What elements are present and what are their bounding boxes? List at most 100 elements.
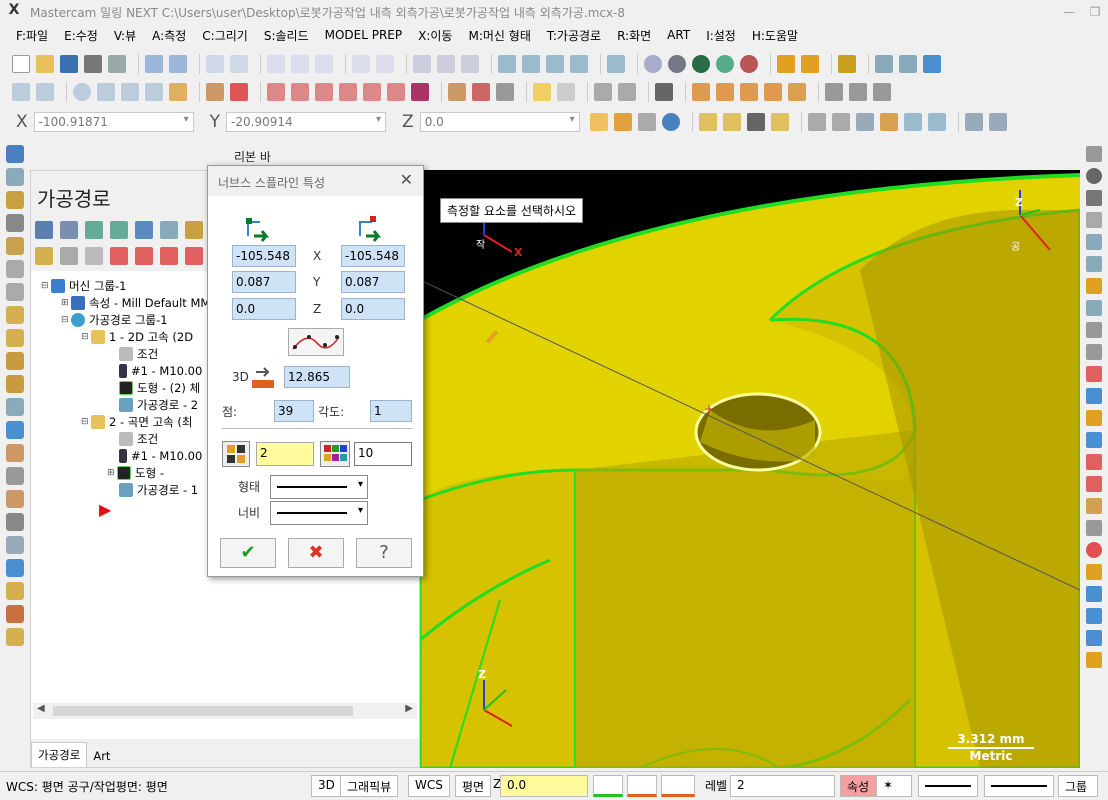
start-y-field[interactable]: 0.087 xyxy=(232,271,296,293)
point-icon[interactable] xyxy=(12,83,30,101)
collapse-icon[interactable]: ⊟ xyxy=(61,315,71,325)
tab-toolpaths[interactable]: 가공경로 xyxy=(31,742,88,767)
machine-group-icon[interactable] xyxy=(6,145,24,163)
wand-icon[interactable] xyxy=(1086,652,1102,668)
horizontal-scrollbar[interactable]: ◀ ▶ xyxy=(33,703,417,719)
rectangle-icon[interactable] xyxy=(97,83,115,101)
xform-offset-icon[interactable] xyxy=(363,83,381,101)
transform-icon[interactable] xyxy=(1086,608,1102,624)
menu-toolpaths[interactable]: T:가공경로 xyxy=(547,27,601,44)
tree-node-tool[interactable]: #1 - M10.00 xyxy=(119,447,202,464)
open-folder-icon[interactable] xyxy=(36,55,54,73)
color-icon[interactable] xyxy=(593,775,623,797)
move-up-icon[interactable] xyxy=(135,247,153,265)
unzoom-icon[interactable] xyxy=(352,55,370,73)
matrix-icon[interactable] xyxy=(1086,586,1102,602)
menu-edit[interactable]: E:수정 xyxy=(64,27,98,44)
level-select[interactable]: 2 xyxy=(730,775,835,797)
right-view-icon[interactable] xyxy=(546,55,564,73)
graphics-view-button[interactable]: 그래픽뷰 xyxy=(340,775,399,797)
xform-project-icon[interactable] xyxy=(411,83,429,101)
solid-analyze-icon[interactable] xyxy=(1086,234,1102,250)
undo-icon[interactable] xyxy=(145,55,163,73)
minimize-icon[interactable]: — xyxy=(1056,0,1082,24)
edit-spline-button[interactable] xyxy=(288,328,344,356)
repaint-icon[interactable] xyxy=(230,55,248,73)
nesting-icon[interactable] xyxy=(6,467,24,485)
verify-icon[interactable] xyxy=(6,513,24,531)
menu-view[interactable]: V:뷰 xyxy=(114,27,136,44)
drill-icon[interactable] xyxy=(6,191,24,209)
scroll-to-insert-icon[interactable] xyxy=(185,247,203,265)
collapse-icon[interactable]: ⊟ xyxy=(81,332,91,342)
tree-node-machine-group[interactable]: ⊟ 머신 그룹-1 xyxy=(41,277,126,294)
save-icon[interactable] xyxy=(60,55,78,73)
color-button[interactable] xyxy=(320,441,350,467)
line-style-select[interactable]: ▾ xyxy=(270,475,368,499)
clipboard-icon[interactable] xyxy=(1086,212,1102,228)
select-body-icon[interactable] xyxy=(903,113,922,131)
setup-sheet-icon[interactable] xyxy=(6,559,24,577)
arrow-flow-icon[interactable] xyxy=(1086,366,1102,382)
tree-node-operation-1[interactable]: ⊟ 1 - 2D 고속 (2D xyxy=(81,328,193,345)
trim-toolpath-icon[interactable] xyxy=(6,444,24,462)
zoom-out-icon[interactable] xyxy=(376,55,394,73)
graphics-viewport[interactable]: + 측정할 요소를 선택하시오 X 작 Z 공 Z 3.312 mm Metri… xyxy=(420,170,1080,768)
properties-icon[interactable] xyxy=(6,168,24,186)
menu-xform[interactable]: X:이동 xyxy=(418,27,452,44)
select-back-icon[interactable] xyxy=(964,113,983,131)
pencils-icon[interactable] xyxy=(801,55,819,73)
fit-icon[interactable] xyxy=(206,55,224,73)
bolt-icon[interactable] xyxy=(1086,564,1102,580)
grid-dots-icon[interactable] xyxy=(472,83,490,101)
autocursor-icon[interactable] xyxy=(589,113,608,131)
selection-mode-icon[interactable] xyxy=(770,113,789,131)
end-x-field[interactable]: -105.548 xyxy=(341,245,405,267)
menu-art[interactable]: ART xyxy=(667,28,690,42)
select-all-icon[interactable] xyxy=(698,113,717,131)
solid-revolve-icon[interactable] xyxy=(849,83,867,101)
menu-machine-type[interactable]: M:머신 형태 xyxy=(468,27,530,44)
trim-icon[interactable] xyxy=(206,83,224,101)
help-circle-icon[interactable] xyxy=(661,113,680,131)
insert-arrow-icon[interactable] xyxy=(160,247,178,265)
plane-button[interactable]: 평면 xyxy=(455,775,492,797)
print-preview-icon[interactable] xyxy=(108,55,126,73)
collapse-icon[interactable]: ⊟ xyxy=(41,281,51,291)
surface-color-icon[interactable] xyxy=(627,775,657,797)
insert-arrow[interactable]: ▶ xyxy=(99,500,111,519)
attributes-button[interactable]: 속성 xyxy=(840,775,877,797)
tree-node-geometry[interactable]: ⊞ 도형 - xyxy=(107,464,164,481)
tree-node-toolpath-group[interactable]: ⊟ 가공경로 그룹-1 xyxy=(61,311,168,328)
3d-toggle-button[interactable]: 3D xyxy=(311,775,342,797)
spline-edit-icon[interactable] xyxy=(1086,476,1102,492)
tab-art[interactable]: Art xyxy=(87,745,116,767)
dimension-horizontal-icon[interactable] xyxy=(594,83,612,101)
material-icon[interactable] xyxy=(6,605,24,623)
tree-node-parameters[interactable]: 조건 xyxy=(119,345,158,362)
end-z-field[interactable]: 0.0 xyxy=(341,298,405,320)
top-view-icon[interactable] xyxy=(498,55,516,73)
points-field[interactable]: 39 xyxy=(274,400,314,422)
length-3d-field[interactable]: 12.865 xyxy=(284,366,350,388)
note-icon[interactable] xyxy=(557,83,575,101)
shaded-sphere-icon[interactable] xyxy=(668,55,686,73)
toggle-display-icon[interactable] xyxy=(60,247,78,265)
shaded-edges-icon[interactable] xyxy=(692,55,710,73)
contour-icon[interactable] xyxy=(6,260,24,278)
solid-cube-icon[interactable] xyxy=(1086,256,1102,272)
select-solid-icon[interactable] xyxy=(879,113,898,131)
select-verify-icon[interactable] xyxy=(988,113,1007,131)
xform-mirror-icon[interactable] xyxy=(315,83,333,101)
transform-toolpath-icon[interactable] xyxy=(6,421,24,439)
xform-rotate-icon[interactable] xyxy=(291,83,309,101)
wireframe-sphere-icon[interactable] xyxy=(644,55,662,73)
menu-create[interactable]: C:그리기 xyxy=(202,27,248,44)
y-coordinate-input[interactable]: -20.90914 xyxy=(226,112,387,132)
solid-box-icon[interactable] xyxy=(873,83,891,101)
color-field[interactable]: 10 xyxy=(354,442,412,466)
bulb-icon[interactable] xyxy=(533,83,551,101)
close-icon[interactable]: ✕ xyxy=(400,170,413,189)
simulate-selected-icon[interactable] xyxy=(185,221,203,239)
solid-color-icon[interactable] xyxy=(661,775,695,797)
